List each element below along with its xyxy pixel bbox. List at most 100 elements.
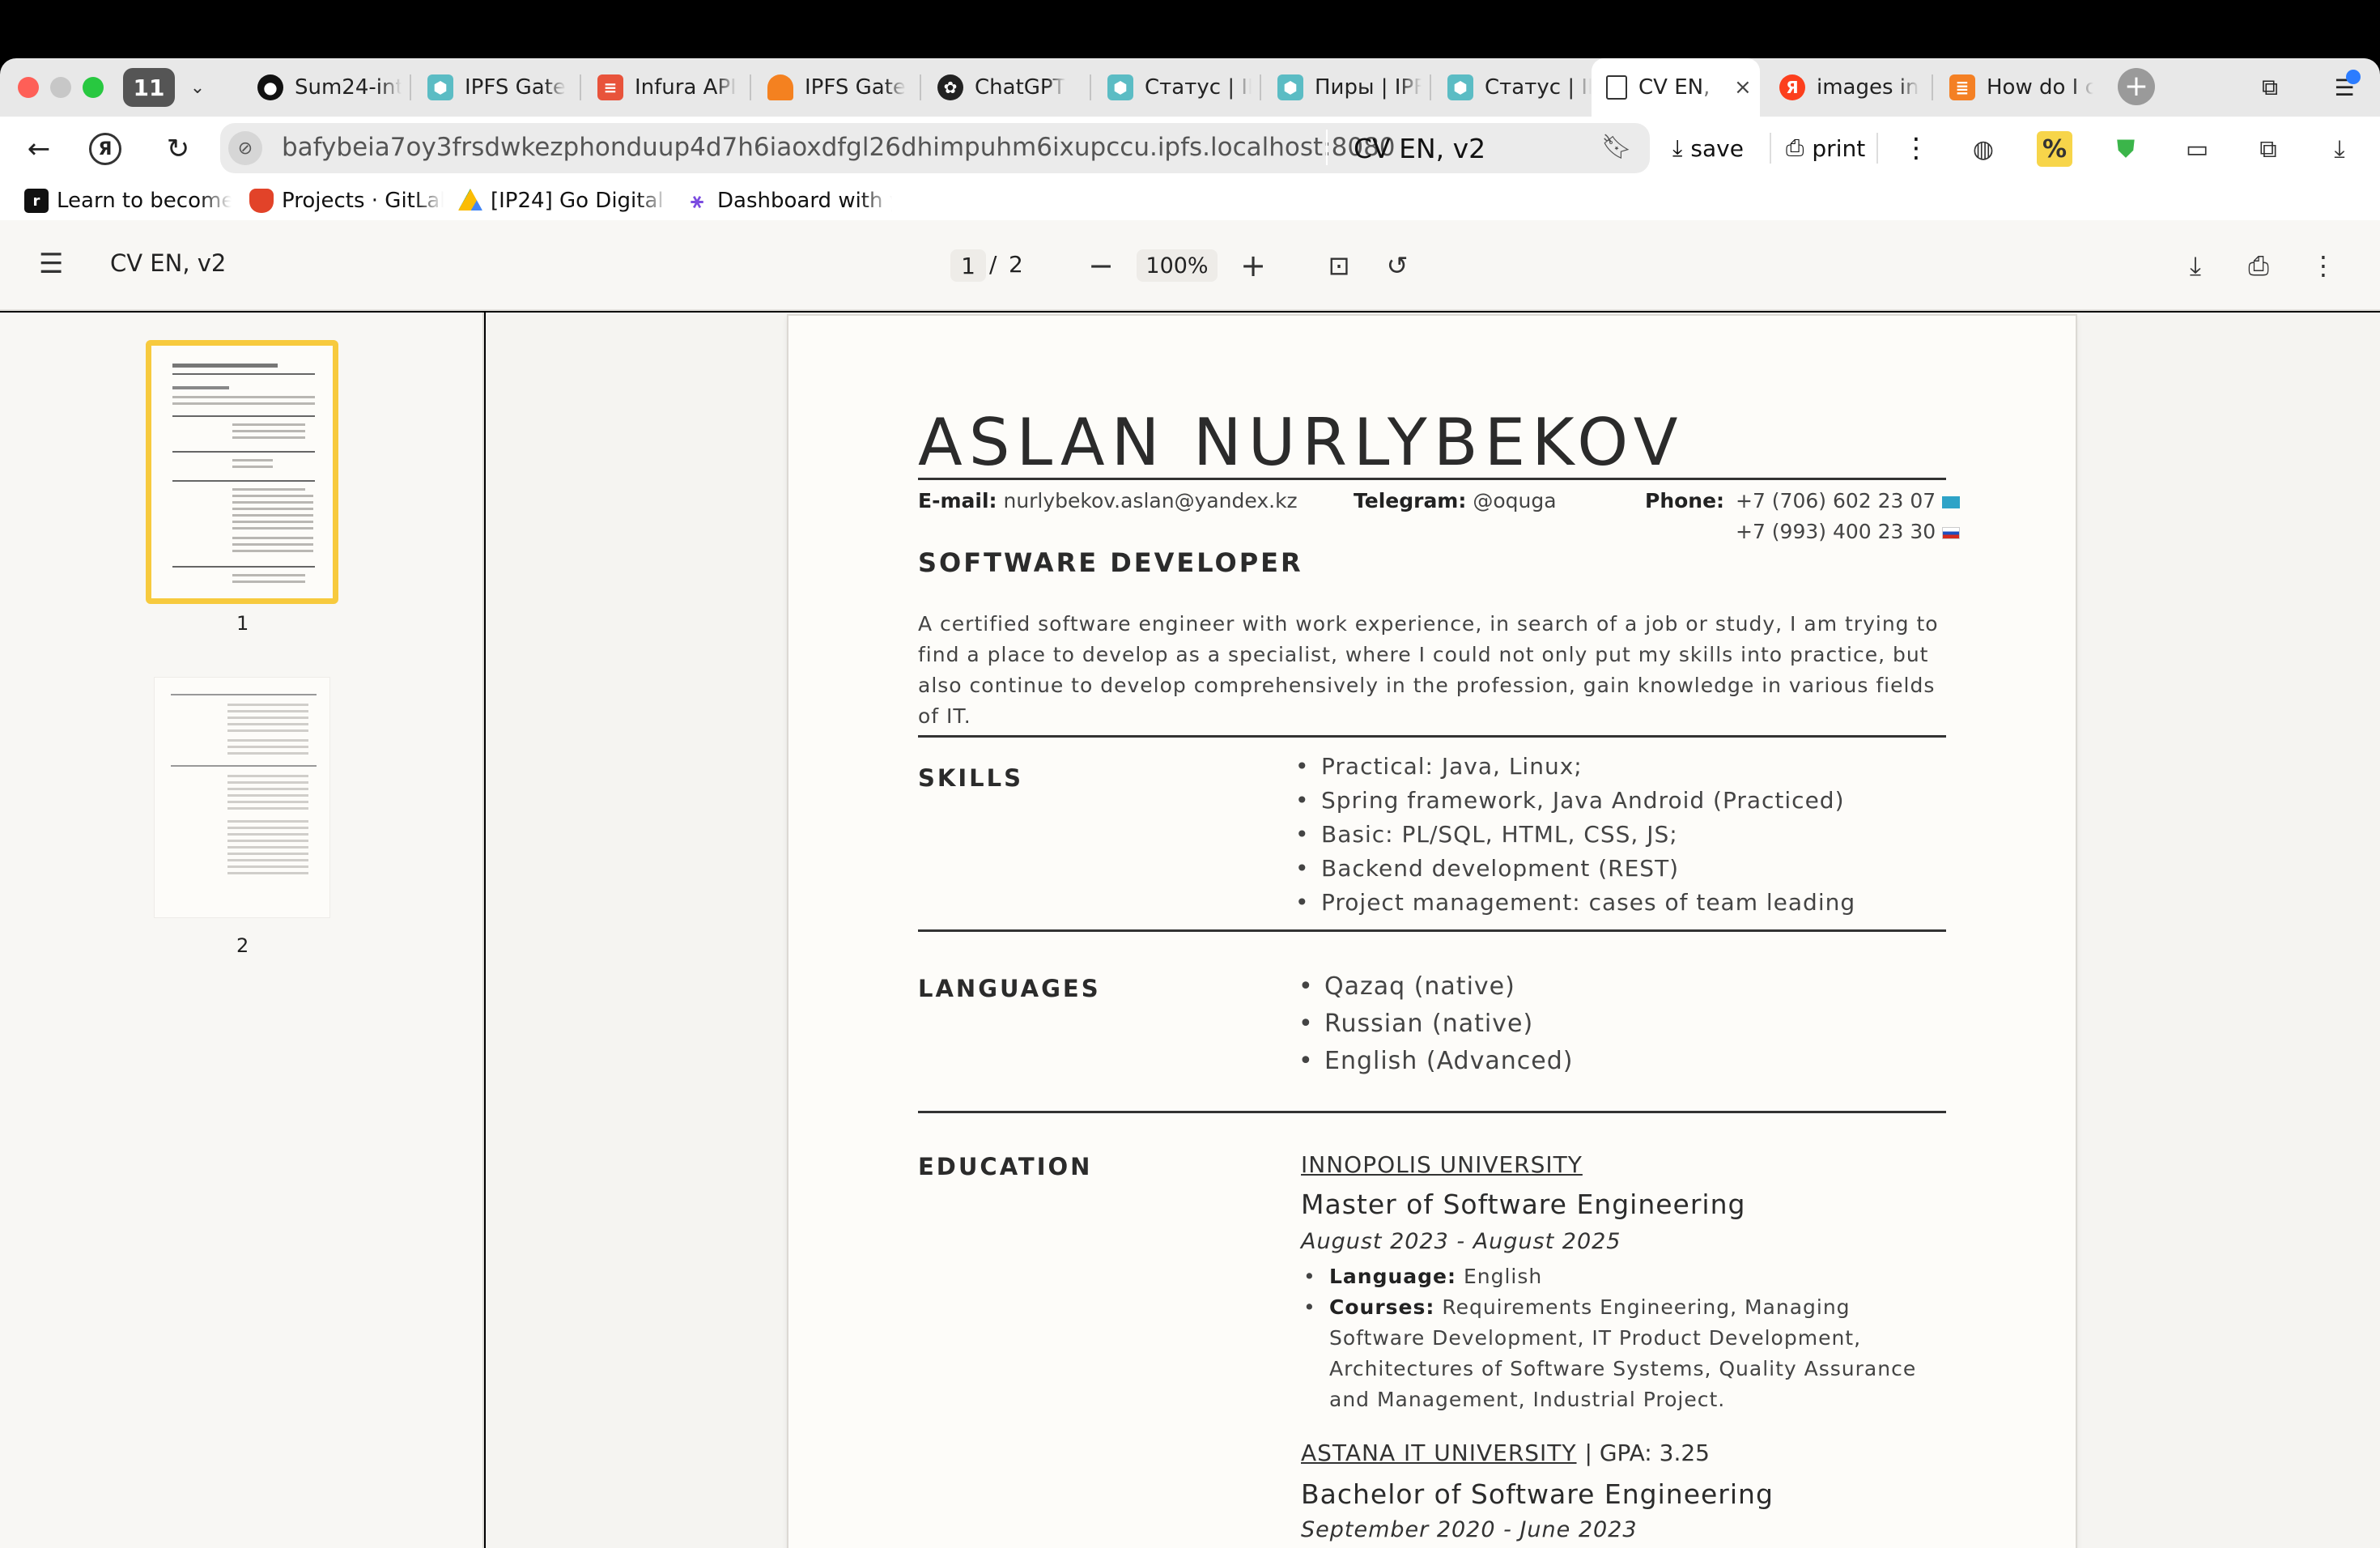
discount-extension-icon[interactable]: % <box>2037 131 2072 167</box>
pdf-download-icon[interactable]: ⤓ <box>2176 246 2215 285</box>
shield-extension-icon[interactable]: ⛊ <box>2108 131 2144 167</box>
bookmark-roadmap[interactable]: r Learn to become a <box>24 186 232 215</box>
tab-separator <box>1090 74 1091 100</box>
collections-icon[interactable]: ⧉ <box>2254 71 2286 104</box>
infura-icon: ≡ <box>597 74 623 100</box>
thumbnail-label-2: 2 <box>236 934 249 957</box>
google-drive-icon <box>458 189 482 211</box>
dates-bachelors: September 2020 - June 2023 <box>1301 1517 1638 1542</box>
gpa-value: | GPA: 3.25 <box>1584 1440 1710 1466</box>
tab-count-button[interactable]: 11 <box>123 68 175 107</box>
skill-item: Backend development (REST) <box>1295 852 1855 886</box>
zoom-out-icon[interactable]: − <box>1082 246 1120 285</box>
phone-label: Phone: <box>1645 489 1725 512</box>
education-details: Language: English Courses: Requirements … <box>1303 1261 1935 1415</box>
tab-ipfs-gateway-1[interactable]: ⬢ IPFS Gate <box>413 65 572 110</box>
url-text[interactable]: bafybeia7oy3frsdwkezphonduup4d7h6iaoxdfg… <box>282 133 1396 162</box>
printer-icon: ⎙ <box>1786 134 1804 161</box>
tab-sum24[interactable]: ● Sum24-int <box>243 65 402 110</box>
rotate-icon[interactable]: ↺ <box>1378 246 1417 285</box>
skill-item: Basic: PL/SQL, HTML, CSS, JS; <box>1295 818 1855 852</box>
summary-paragraph: A certified software engineer with work … <box>918 612 1939 728</box>
skill-item: Project management: cases of team leadin… <box>1295 886 1855 920</box>
cv-name: ASLAN NURLYBEKOV <box>918 405 1685 480</box>
skills-heading: SKILLS <box>918 764 1023 792</box>
address-page-title: CV EN, v2 <box>1354 133 1486 164</box>
button-divider <box>1770 133 1771 164</box>
button-divider <box>1876 133 1878 164</box>
vpn-extension-icon[interactable]: ◍ <box>1966 131 2001 167</box>
bookmark-go-digital[interactable]: [IP24] Go Digital – <box>458 186 669 215</box>
tab-status-2[interactable]: ⬢ Статус | IF <box>1433 65 1592 110</box>
ipfs-icon: ⬢ <box>1277 74 1303 100</box>
phone-kz: +7 (706) 602 23 07 <box>1736 489 1961 512</box>
translate-extension-icon[interactable]: ⧉ <box>2250 131 2286 167</box>
tab-cv-active[interactable]: CV EN, v2 × <box>1592 58 1760 117</box>
page-thumbnail-1[interactable] <box>146 340 338 604</box>
phone-ru: +7 (993) 400 23 30 <box>1736 520 1961 543</box>
languages-heading: LANGUAGES <box>918 975 1101 1002</box>
bookmark-gitlab[interactable]: Projects · GitLab <box>249 186 444 215</box>
university-link-innopolis[interactable]: INNOPOLIS UNIVERSITY <box>1301 1151 1583 1178</box>
thumbnail-label-1: 1 <box>236 612 249 635</box>
language-item: English (Advanced) <box>1298 1043 1573 1080</box>
document-icon <box>1606 75 1627 100</box>
tab-ipfs-gateway-2[interactable]: IPFS Gate <box>753 65 912 110</box>
more-actions-icon[interactable]: ⋮ <box>1891 128 1941 168</box>
save-button[interactable]: ⤓ save <box>1661 128 1755 168</box>
cloudflare-icon <box>767 74 793 100</box>
battery-extension-icon[interactable]: ▭ <box>2179 131 2215 167</box>
fit-page-icon[interactable]: ⊡ <box>1320 246 1358 285</box>
telegram-line: Telegram: @oquga <box>1354 489 1557 512</box>
ipfs-icon: ⬢ <box>1107 74 1133 100</box>
yandex-home-icon[interactable]: Я <box>89 133 121 165</box>
bookmark-icon[interactable]: 🔖︎ <box>1601 133 1632 161</box>
section-rule <box>918 1111 1946 1113</box>
job-title: SOFTWARE DEVELOPER <box>918 547 1303 578</box>
github-icon: ● <box>257 74 283 100</box>
language-item: Russian (native) <box>1298 1006 1573 1043</box>
print-button[interactable]: ⎙ print <box>1774 128 1876 168</box>
site-info-icon[interactable]: ⊘ <box>228 131 262 165</box>
tab-how-do-i[interactable]: ≣ How do I c <box>1935 65 2093 110</box>
hamburger-menu-icon[interactable]: ☰ <box>39 248 63 280</box>
kazakhstan-flag-icon <box>1942 495 1961 508</box>
tab-infura-api[interactable]: ≡ Infura API <box>583 65 742 110</box>
skill-item: Practical: Java, Linux; <box>1295 750 1855 784</box>
new-tab-button[interactable]: + <box>2118 68 2155 105</box>
bookmark-dashboard[interactable]: ⚹ Dashboard with yo <box>685 186 892 215</box>
tab-separator <box>1932 74 1933 100</box>
tab-peers[interactable]: ⬢ Пиры | IPF <box>1263 65 1422 110</box>
university-link-astana[interactable]: ASTANA IT UNIVERSITY <box>1301 1440 1577 1466</box>
tab-separator <box>580 74 581 100</box>
back-arrow-icon[interactable]: ← <box>19 130 58 168</box>
page-thumbnail-2[interactable] <box>154 677 330 918</box>
tab-separator <box>410 74 411 100</box>
pdf-document-title: CV EN, v2 <box>110 249 227 277</box>
degree-masters: Master of Software Engineering <box>1301 1189 1746 1220</box>
downloads-icon[interactable]: ⤓ <box>2322 131 2357 167</box>
tab-list-chevron-icon[interactable]: ⌄ <box>180 73 215 102</box>
degree-bachelors: Bachelor of Software Engineering <box>1301 1478 1774 1510</box>
current-page-input[interactable]: 1 <box>950 249 986 282</box>
pdf-print-icon[interactable]: ⎙ <box>2239 246 2278 285</box>
minimize-window-button[interactable] <box>50 77 71 98</box>
dates-masters: August 2023 - August 2025 <box>1301 1229 1621 1254</box>
languages-list: Qazaq (native) Russian (native) English … <box>1298 968 1573 1080</box>
tab-images[interactable]: Я images in <box>1765 65 1923 110</box>
close-window-button[interactable] <box>18 77 39 98</box>
tab-separator <box>750 74 751 100</box>
zoom-level-input[interactable]: 100% <box>1137 249 1218 282</box>
tab-status-1[interactable]: ⬢ Статус | IF <box>1093 65 1252 110</box>
ipfs-icon: ⬢ <box>427 74 453 100</box>
total-pages: 2 <box>1009 251 1023 278</box>
university-line-astana: ASTANA IT UNIVERSITY | GPA: 3.25 <box>1301 1440 1710 1466</box>
yandex-icon: Я <box>1779 74 1805 100</box>
maximize-window-button[interactable] <box>83 77 104 98</box>
pdf-more-options-icon[interactable]: ⋮ <box>2304 246 2343 285</box>
telegram-label: Telegram: <box>1354 489 1467 512</box>
tab-chatgpt[interactable]: ✿ ChatGPT <box>923 65 1082 110</box>
close-tab-icon[interactable]: × <box>1734 75 1752 100</box>
reload-icon[interactable]: ↻ <box>159 130 198 168</box>
zoom-in-icon[interactable]: + <box>1234 246 1273 285</box>
